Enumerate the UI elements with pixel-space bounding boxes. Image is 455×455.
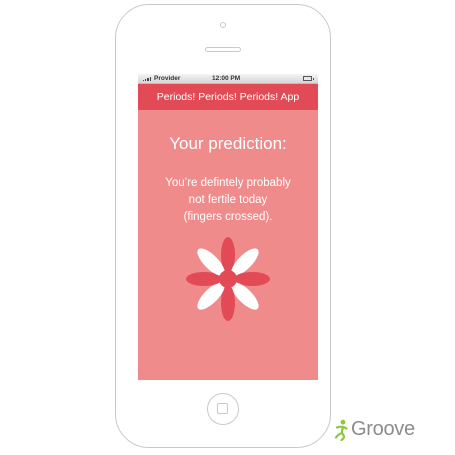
groove-logo-icon bbox=[334, 419, 348, 441]
home-square-icon bbox=[217, 403, 228, 414]
stage: Provider 12:00 PM Periods! Periods! Peri… bbox=[0, 0, 455, 455]
status-bar: Provider 12:00 PM bbox=[138, 74, 318, 84]
flower-center bbox=[219, 270, 237, 288]
prediction-heading: Your prediction: bbox=[169, 134, 287, 153]
signal-icon bbox=[143, 76, 151, 81]
prediction-message-line: (fingers crossed). bbox=[183, 211, 273, 223]
earpiece-speaker bbox=[205, 47, 241, 52]
prediction-message-line: not fertile today bbox=[188, 194, 268, 206]
status-time: 12:00 PM bbox=[212, 75, 241, 82]
flower-icon bbox=[186, 237, 270, 321]
front-camera bbox=[220, 22, 226, 28]
battery-icon bbox=[303, 76, 314, 81]
prediction-message-line: You’re defintely probably bbox=[165, 177, 291, 189]
app-title-bar: Periods! Periods! Periods! App bbox=[138, 84, 318, 110]
brand-name: Groove bbox=[351, 418, 415, 440]
phone-screen: Provider 12:00 PM Periods! Periods! Peri… bbox=[138, 74, 318, 380]
home-button[interactable] bbox=[207, 393, 239, 425]
carrier-name: Provider bbox=[154, 75, 181, 82]
groove-brand: Groove bbox=[334, 418, 415, 441]
app-title: Periods! Periods! Periods! App bbox=[156, 91, 300, 103]
prediction-message: You’re defintely probably not fertile to… bbox=[138, 175, 318, 226]
